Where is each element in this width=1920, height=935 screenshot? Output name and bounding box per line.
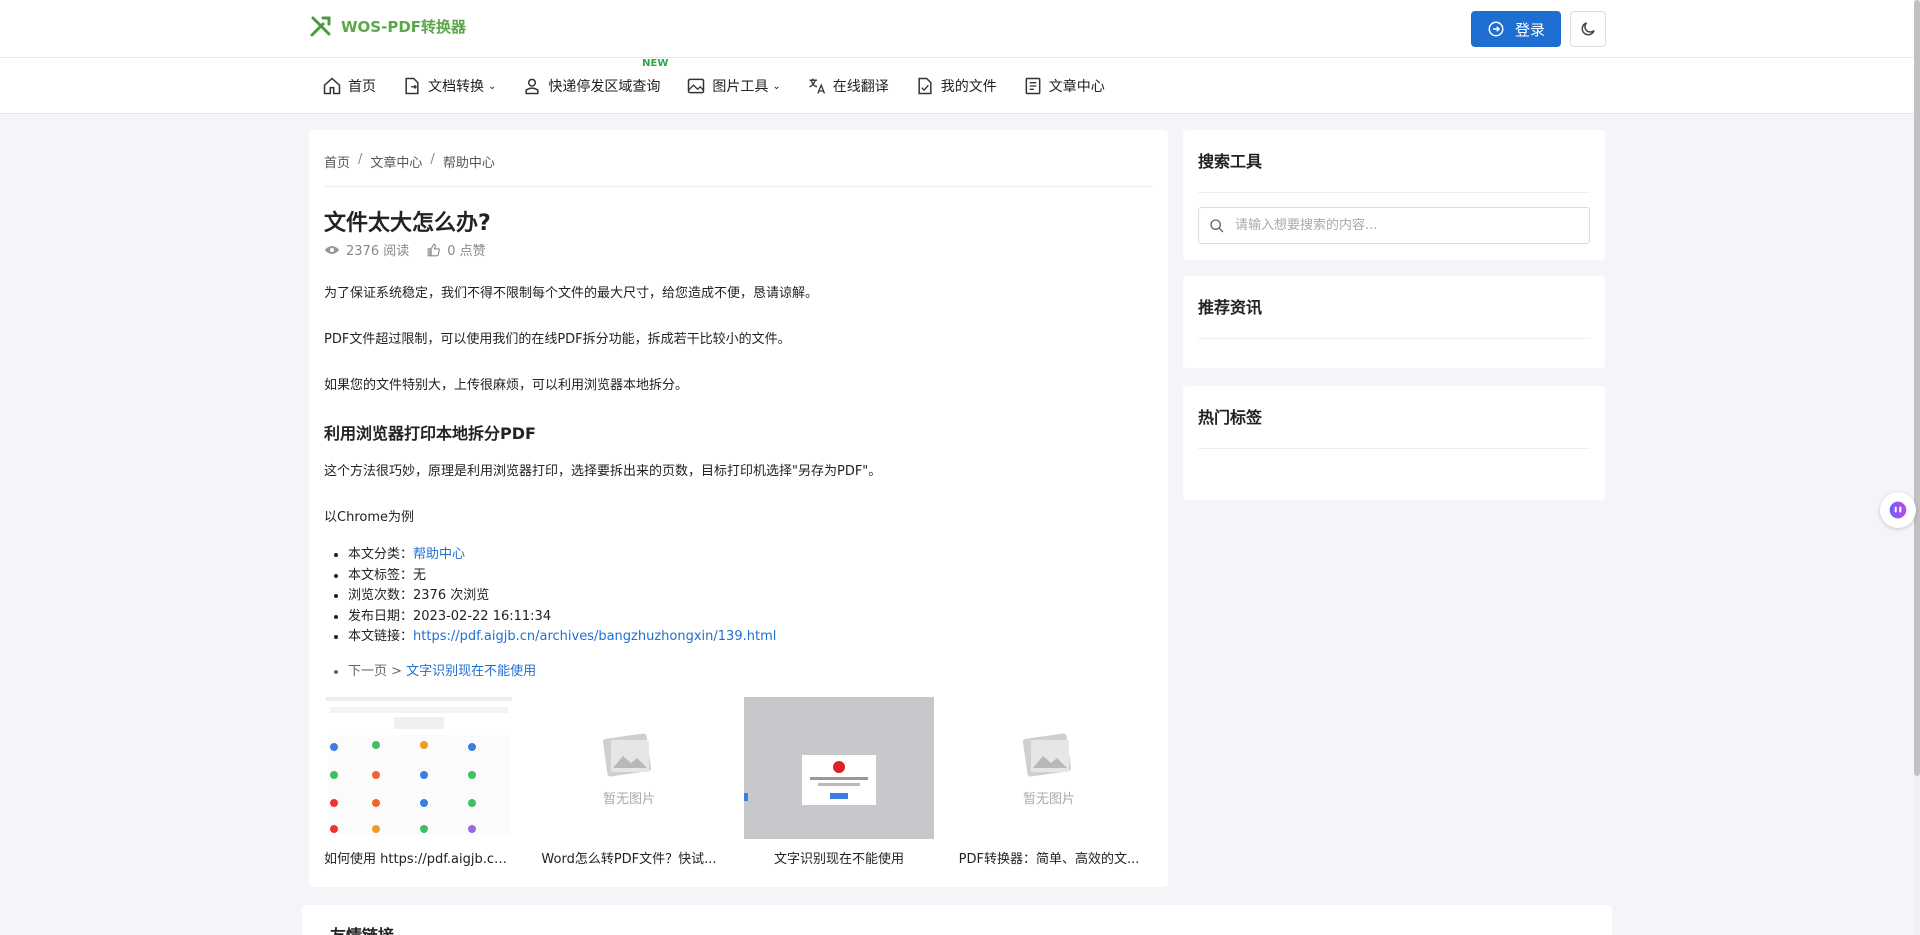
image-placeholder-icon (1022, 733, 1072, 776)
screenshot-thumbnail (324, 697, 514, 839)
recommend-title: 推荐资讯 (1198, 298, 1263, 317)
hot-tags-card: 热门标签 (1183, 386, 1605, 500)
no-image-label: 暂无图片 (1022, 791, 1075, 807)
nav-item-express-query[interactable]: 快递停发区域查询 NEW (522, 58, 668, 96)
related-article-card[interactable]: 如何使用 https://pdf.aigjb.cn... (324, 697, 514, 867)
article-meta: 2376 阅读 0 点赞 (324, 240, 486, 259)
related-article-card[interactable]: 暂无图片 Word怎么转PDF文件？快试... (534, 697, 724, 867)
nav-item-home[interactable]: 首页 (322, 76, 376, 96)
divider (1198, 448, 1590, 449)
article-paragraph: 如果您的文件特别大，上传很麻烦，可以利用浏览器本地拆分。 (324, 378, 689, 393)
assistant-icon (1889, 501, 1907, 519)
article-paragraph: 为了保证系统稳定，我们不得不限制每个文件的最大尺寸，给您造成不便，恳请谅解。 (324, 286, 819, 301)
image-placeholder-icon (602, 733, 652, 776)
login-icon (1488, 21, 1504, 37)
article-paragraph: 这个方法很巧妙，原理是利用浏览器打印，选择要拆出来的页数，目标打印机选择"另存为… (324, 464, 882, 479)
document-convert-icon (405, 77, 419, 95)
theme-toggle-button[interactable] (1570, 11, 1606, 47)
tools-icon (310, 16, 331, 37)
article-subheading: 利用浏览器打印本地拆分PDF (324, 424, 536, 443)
main-nav: 首页 文档转换 ⌄ 快递停发区域查询 NEW 图片工具 ⌄ 在线翻译 我的文件 … (0, 58, 1920, 114)
nav-item-my-files[interactable]: 我的文件 (915, 76, 997, 96)
next-page-nav: 下一页 > 文字识别现在不能使用 (348, 660, 536, 679)
moon-icon (1581, 22, 1595, 36)
article-card: 首页 / 文章中心 / 帮助中心 文件太大怎么办? 2376 阅读 0 点赞 为… (309, 130, 1168, 887)
site-logo[interactable]: WOS-PDF转换器 (309, 14, 466, 38)
related-articles: 如何使用 https://pdf.aigjb.cn... 暂无图片 Word怎么… (324, 697, 1144, 867)
login-button[interactable]: 登录 (1471, 11, 1561, 47)
nav-item-translate[interactable]: 在线翻译 (807, 76, 889, 96)
breadcrumb-help[interactable]: 帮助中心 (443, 152, 495, 171)
search-icon (1210, 218, 1224, 232)
user-location-icon (525, 78, 539, 95)
search-tools-card: 搜索工具 (1183, 130, 1605, 260)
breadcrumb: 首页 / 文章中心 / 帮助中心 (324, 152, 495, 171)
thumbs-up-icon (427, 243, 441, 256)
divider (1198, 192, 1590, 193)
divider (324, 186, 1154, 187)
search-input[interactable] (1235, 218, 1575, 233)
nav-item-doc-convert[interactable]: 文档转换 ⌄ (402, 76, 496, 96)
article-permalink[interactable]: https://pdf.aigjb.cn/archives/bangzhuzho… (413, 629, 776, 644)
article-title: 文件太大怎么办? (324, 211, 491, 236)
eye-icon (324, 245, 340, 254)
nav-item-image-tools[interactable]: 图片工具 ⌄ (686, 76, 781, 96)
translate-icon (809, 78, 825, 94)
list-item: 本文标签：无 (348, 566, 776, 587)
home-icon (323, 77, 341, 95)
read-count: 2376 阅读 (346, 244, 410, 259)
thumbnail (324, 697, 514, 839)
related-article-title: Word怎么转PDF文件？快试... (541, 852, 717, 867)
chevron-down-icon: ⌄ (488, 80, 497, 92)
article-icon (1025, 77, 1041, 95)
related-article-card[interactable]: 文字识别现在不能使用 (744, 697, 934, 867)
article-paragraph: 以Chrome为例 (324, 510, 414, 525)
list-item: 下一页 > 文字识别现在不能使用 (348, 660, 536, 679)
related-article-card[interactable]: 暂无图片 PDF转换器：简单、高效的文... (954, 697, 1144, 867)
login-label: 登录 (1514, 21, 1545, 39)
like-count: 0 点赞 (447, 244, 486, 259)
thumbnail: 暂无图片 (954, 697, 1144, 839)
list-item: 浏览次数：2376 次浏览 (348, 586, 776, 607)
friend-links-card: 友情链接 (302, 905, 1612, 935)
top-header: WOS-PDF转换器 登录 (0, 0, 1920, 58)
article-info-list: 本文分类：帮助中心 本文标签：无 浏览次数：2376 次浏览 发布日期：2023… (348, 545, 776, 648)
hot-tags-title: 热门标签 (1198, 408, 1263, 427)
no-image-label: 暂无图片 (602, 791, 655, 807)
file-check-icon (918, 77, 932, 95)
related-article-title: PDF转换器：简单、高效的文... (958, 852, 1140, 867)
nav-item-articles[interactable]: 文章中心 (1023, 76, 1105, 96)
breadcrumb-articles[interactable]: 文章中心 (370, 152, 422, 171)
search-tools-title: 搜索工具 (1198, 152, 1263, 171)
related-article-title: 如何使用 https://pdf.aigjb.cn... (324, 852, 514, 867)
category-link[interactable]: 帮助中心 (413, 547, 465, 562)
assistant-float-button[interactable] (1880, 492, 1916, 528)
chevron-down-icon: ⌄ (772, 80, 781, 92)
recommend-card: 推荐资讯 (1183, 276, 1605, 368)
new-badge: NEW (642, 58, 669, 69)
list-item: 本文链接：https://pdf.aigjb.cn/archives/bangz… (348, 627, 776, 648)
logo-text: WOS-PDF转换器 (341, 17, 467, 36)
search-box (1198, 207, 1590, 244)
error-dialog-thumbnail (744, 697, 934, 839)
friend-links-title: 友情链接 (330, 922, 394, 935)
image-icon (688, 78, 705, 94)
next-page-link[interactable]: 文字识别现在不能使用 (406, 664, 536, 679)
breadcrumb-home[interactable]: 首页 (324, 152, 350, 171)
thumbnail (744, 697, 934, 839)
list-item: 本文分类：帮助中心 (348, 545, 776, 566)
divider (1198, 338, 1590, 339)
thumbnail: 暂无图片 (534, 697, 724, 839)
related-article-title: 文字识别现在不能使用 (773, 852, 904, 867)
page-scrollbar-thumb[interactable] (1914, 0, 1920, 776)
list-item: 发布日期：2023-02-22 16:11:34 (348, 607, 776, 628)
article-paragraph: PDF文件超过限制，可以使用我们的在线PDF拆分功能，拆成若干比较小的文件。 (324, 332, 791, 347)
